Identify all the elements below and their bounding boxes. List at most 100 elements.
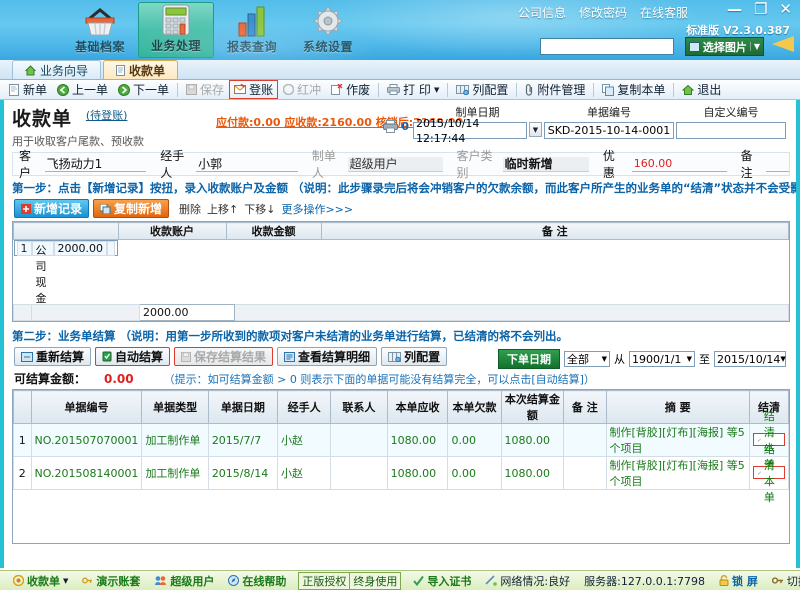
cell-receivable[interactable]: 1080.00 (387, 457, 448, 490)
field-doc-number: 单据编号 SKD-2015-10-14-0001 (544, 104, 674, 139)
toolbar-next-button[interactable]: 下一单 (113, 80, 174, 99)
status-doc-menu[interactable]: 收款单 ▼ (6, 573, 75, 589)
auto-settle-button[interactable]: 自动结算 (95, 347, 170, 366)
tab-business-wizard[interactable]: 业务向导 (12, 60, 101, 79)
customer-input[interactable]: 飞扬动力1 (45, 157, 147, 172)
cell-summary[interactable]: 制作[背胶][灯布][海报] 等5个项目 (606, 457, 749, 490)
to-date-select[interactable]: 2015/10/14 ▼ (714, 351, 786, 367)
toolbar-columns-button[interactable]: 列配置 (451, 80, 513, 99)
clear-doc-button[interactable]: 结清本单 (753, 466, 785, 479)
cell-doc-type[interactable]: 加工制作单 (142, 457, 208, 490)
chevron-down-icon[interactable]: ▼ (750, 42, 760, 51)
chevron-down-icon[interactable]: ▼ (63, 577, 68, 585)
nav-item-basic-archive[interactable]: 基础档案 (62, 2, 138, 58)
table-row[interactable]: 2 NO.201508140001 加工制作单 2015/8/14 小赵 108… (14, 457, 789, 490)
cell-doc-no[interactable]: NO.201507070001 (31, 424, 142, 457)
toolbar-attachment-button[interactable]: 附件管理 (520, 80, 590, 99)
table-row[interactable]: 1 NO.201507070001 加工制作单 2015/7/7 小赵 1080… (14, 424, 789, 457)
cell-remark[interactable] (107, 241, 115, 256)
custom-number-input[interactable] (676, 122, 786, 139)
cell-contact[interactable] (331, 457, 387, 490)
cell-owed[interactable]: 0.00 (448, 424, 501, 457)
col-owed: 本单欠款 (448, 391, 501, 424)
order-date-button[interactable]: 下单日期 (498, 349, 560, 369)
cell-contact[interactable] (331, 424, 387, 457)
more-actions-link[interactable]: 更多操作>>> (281, 201, 353, 217)
toolbar-prev-button[interactable]: 上一单 (52, 80, 113, 99)
minimize-icon[interactable]: — (727, 2, 742, 16)
cell-account[interactable]: 公司现金 (32, 241, 54, 256)
remark-input[interactable] (766, 157, 789, 172)
copy-add-button[interactable]: 复制新增 (93, 199, 169, 218)
create-date-input[interactable]: 2015/10/14 12:17:44 (413, 122, 527, 139)
nav-item-reports[interactable]: 报表查询 (214, 2, 290, 58)
save-settle-button[interactable]: 保存结算结果 (174, 347, 273, 366)
handler-input[interactable]: 小郭 (196, 157, 298, 172)
toolbar-label: 退出 (697, 81, 721, 98)
delete-link[interactable]: 删除 (179, 201, 201, 217)
cell-settled[interactable]: 1080.00 (501, 457, 564, 490)
toolbar-reverse-button[interactable]: 红冲 (278, 80, 326, 99)
move-down-link[interactable]: 下移↓ (244, 201, 275, 217)
cell-doc-date[interactable]: 2015/7/7 (208, 424, 277, 457)
company-info-link[interactable]: 公司信息 (518, 4, 566, 21)
columns-config-button[interactable]: 列配置 (381, 347, 447, 366)
nav-item-settings[interactable]: 系统设置 (290, 2, 366, 58)
status-bar: 收款单 ▼ 演示账套 超级用户 在线帮助 正版授权 终身使用 导入证书 网络情况… (0, 570, 800, 590)
pick-image-button[interactable]: 选择图片 ▼ (685, 37, 764, 56)
toolbar-copy-button[interactable]: 复制本单 (597, 80, 670, 99)
view-settle-detail-button[interactable]: 查看结算明细 (277, 347, 377, 366)
tab-receipt[interactable]: 收款单 (103, 60, 178, 79)
cell-remark[interactable] (564, 424, 606, 457)
status-user[interactable]: 超级用户 (147, 573, 221, 589)
cell-remark[interactable] (564, 457, 606, 490)
cell-handler[interactable]: 小赵 (278, 424, 331, 457)
cell-amount[interactable]: 2000.00 (54, 241, 108, 256)
change-password-link[interactable]: 修改密码 (579, 4, 627, 21)
toolbar-save-button[interactable]: 保存 (181, 80, 229, 99)
toolbar-label: 打 印 (403, 81, 431, 98)
cell-doc-date[interactable]: 2015/8/14 (208, 457, 277, 490)
status-network[interactable]: 网络情况:良好 (478, 573, 577, 589)
cell-summary[interactable]: 制作[背胶][灯布][海报] 等5个项目 (606, 424, 749, 457)
status-account-set[interactable]: 演示账套 (75, 573, 147, 589)
megaphone-icon[interactable] (772, 36, 794, 52)
maximize-icon[interactable]: ❐ (754, 2, 767, 16)
image-icon (689, 42, 700, 52)
cell-doc-type[interactable]: 加工制作单 (142, 424, 208, 457)
toolbar-new-button[interactable]: 新单 (4, 80, 52, 99)
cell-settled[interactable]: 1080.00 (501, 424, 564, 457)
cell-handler[interactable]: 小赵 (278, 457, 331, 490)
col-handler: 经手人 (278, 391, 331, 424)
cell-doc-no[interactable]: NO.201508140001 (31, 457, 142, 490)
toolbar-print-button[interactable]: 打 印 ▼ (382, 80, 444, 99)
status-help[interactable]: 在线帮助 (221, 573, 293, 589)
handler-label: 经手人 (160, 147, 191, 181)
status-lock-screen[interactable]: 锁 屏 (712, 573, 765, 589)
search-input[interactable] (540, 38, 674, 55)
cell-receivable[interactable]: 1080.00 (387, 424, 448, 457)
recalc-button[interactable]: 重新结算 (14, 347, 91, 366)
doc-number-input[interactable]: SKD-2015-10-14-0001 (544, 122, 674, 139)
scope-select[interactable]: 全部 ▼ (564, 351, 610, 367)
discount-input[interactable]: 160.00 (632, 157, 727, 172)
online-support-link[interactable]: 在线客服 (640, 4, 688, 21)
chevron-down-icon[interactable]: ▼ (434, 86, 439, 94)
toolbar-post-button[interactable]: 登账 (229, 80, 278, 99)
basket-icon (83, 3, 117, 37)
toolbar-void-button[interactable]: 作废 (326, 80, 375, 99)
chevron-down-icon[interactable]: ▼ (529, 122, 542, 137)
cell-owed[interactable]: 0.00 (448, 457, 501, 490)
toolbar-exit-button[interactable]: 退出 (677, 80, 726, 99)
status-import-cert[interactable]: 导入证书 (406, 573, 478, 589)
nav-item-business[interactable]: 业务处理 (138, 2, 214, 58)
move-up-link[interactable]: 上移↑ (207, 201, 238, 217)
network-icon (485, 575, 497, 586)
close-icon[interactable]: ✕ (779, 2, 792, 16)
add-record-button[interactable]: 新增记录 (14, 199, 89, 218)
table-row[interactable]: 1 公司现金 2000.00 (14, 240, 119, 256)
from-date-select[interactable]: 1900/1/1 ▼ (629, 351, 695, 367)
status-switch-user[interactable]: 切换用户 (765, 573, 800, 589)
cell-clear[interactable]: 结清本单 (750, 457, 789, 490)
home-icon (25, 65, 36, 76)
